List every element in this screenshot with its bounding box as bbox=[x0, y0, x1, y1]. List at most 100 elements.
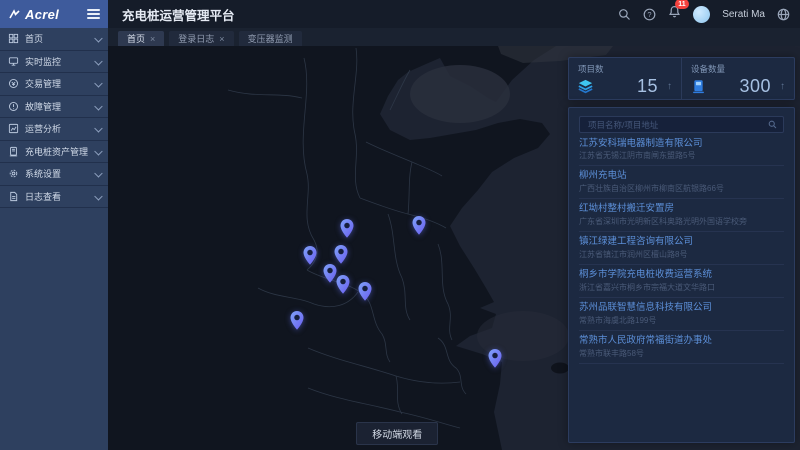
sidebar-item-realtime-monitor[interactable]: 实时监控 bbox=[0, 51, 108, 74]
charging-pile-icon bbox=[8, 146, 19, 157]
trend-up-icon: ↑ bbox=[780, 81, 785, 92]
sidebar-item-home[interactable]: 首页 bbox=[0, 28, 108, 51]
sidebar-item-label: 充电桩资产管理 bbox=[25, 145, 88, 158]
search-icon[interactable] bbox=[618, 8, 631, 21]
map-pin[interactable] bbox=[357, 281, 372, 301]
map-pin[interactable] bbox=[289, 310, 304, 330]
chevron-down-icon bbox=[94, 169, 102, 177]
map-pin[interactable] bbox=[333, 245, 348, 265]
avatar[interactable] bbox=[693, 6, 710, 23]
tab-transformer-monitor[interactable]: 变压器监测 bbox=[239, 31, 302, 46]
project-list-item[interactable]: 江苏安科瑞电器制造有限公司 江苏省无锡江阴市南闸东盟路5号 bbox=[579, 133, 784, 166]
stat-value: 300 bbox=[739, 76, 771, 97]
project-list-item[interactable]: 柳州充电站 广西壮族自治区柳州市柳南区航银路66号 bbox=[579, 166, 784, 199]
project-list-item[interactable]: 桐乡市学院充电桩收费运营系统 浙江省嘉兴市桐乡市宗福大道文华路口 bbox=[579, 265, 784, 298]
project-list-item[interactable]: 常熟市人民政府常福街道办事处 常熟市联丰路58号 bbox=[579, 331, 784, 364]
notifications-button[interactable]: 11 bbox=[668, 5, 681, 23]
project-name: 桐乡市学院充电桩收费运营系统 bbox=[579, 269, 784, 281]
pin-icon bbox=[336, 274, 351, 294]
page-title: 充电桩运营管理平台 bbox=[108, 5, 235, 24]
chart-icon bbox=[8, 123, 19, 134]
map-pin[interactable] bbox=[412, 215, 427, 235]
project-address: 江苏省镇江市润州区檀山路8号 bbox=[579, 250, 784, 260]
chevron-down-icon bbox=[94, 34, 102, 42]
project-list-card: 江苏安科瑞电器制造有限公司 江苏省无锡江阴市南闸东盟路5号 柳州充电站 广西壮族… bbox=[568, 107, 795, 443]
project-name: 江苏安科瑞电器制造有限公司 bbox=[579, 138, 784, 150]
project-list-item[interactable]: 镇江绿建工程咨询有限公司 江苏省镇江市润州区檀山路8号 bbox=[579, 232, 784, 265]
chevron-down-icon bbox=[94, 192, 102, 200]
stat-label: 项目数 bbox=[578, 63, 672, 75]
globe-icon[interactable] bbox=[777, 8, 790, 21]
search-icon[interactable] bbox=[768, 120, 777, 129]
project-list-item[interactable]: 苏州品联智慧信息科技有限公司 常熟市海虞北路199号 bbox=[579, 298, 784, 331]
tab-close-icon[interactable]: × bbox=[219, 34, 224, 44]
project-search-box bbox=[579, 116, 784, 133]
gear-icon bbox=[8, 168, 19, 179]
trend-up-icon: ↑ bbox=[667, 81, 672, 92]
sidebar-item-label: 故障管理 bbox=[25, 100, 61, 113]
stat-devices: 设备数量 300 ↑ bbox=[681, 58, 794, 99]
acrel-logo-icon bbox=[8, 8, 21, 21]
map-pin[interactable] bbox=[340, 218, 355, 238]
topbar-actions: ? 11 Serati Ma bbox=[618, 5, 800, 23]
sidebar-item-label: 运营分析 bbox=[25, 122, 61, 135]
sidebar-item-label: 系统设置 bbox=[25, 167, 61, 180]
project-list-item[interactable]: 红坳村整村搬迁安置房 广东省深圳市光明新区科奥路光明外国语学校旁 bbox=[579, 199, 784, 232]
acrel-logo: Acrel bbox=[25, 7, 59, 22]
chevron-down-icon bbox=[94, 57, 102, 65]
pin-icon bbox=[333, 245, 348, 265]
project-list: 江苏安科瑞电器制造有限公司 江苏省无锡江阴市南闸东盟路5号 柳州充电站 广西壮族… bbox=[579, 133, 784, 364]
pin-icon bbox=[340, 218, 355, 238]
sidebar-item-analytics[interactable]: 运营分析 bbox=[0, 118, 108, 141]
sidebar-menu: 首页 实时监控 交易管理 故障管理 运营分析 充电桩资产管理 bbox=[0, 28, 108, 208]
project-name: 镇江绿建工程咨询有限公司 bbox=[579, 236, 784, 248]
stat-label: 设备数量 bbox=[691, 63, 785, 75]
chevron-down-icon bbox=[94, 124, 102, 132]
pin-icon bbox=[412, 215, 427, 235]
chevron-down-icon bbox=[94, 79, 102, 87]
logo-bar: Acrel bbox=[0, 0, 108, 28]
project-address: 江苏省无锡江阴市南闸东盟路5号 bbox=[579, 151, 784, 161]
project-name: 柳州充电站 bbox=[579, 170, 784, 182]
sidebar-item-label: 交易管理 bbox=[25, 77, 61, 90]
sidebar: Acrel 首页 实时监控 交易管理 故障管理 运营分析 bbox=[0, 0, 108, 450]
pin-icon bbox=[357, 281, 372, 301]
layers-icon bbox=[578, 79, 593, 94]
monitor-icon bbox=[8, 56, 19, 67]
charging-pile-icon bbox=[691, 79, 706, 94]
tab-home[interactable]: 首页 × bbox=[118, 31, 164, 46]
sidebar-item-logs[interactable]: 日志查看 bbox=[0, 186, 108, 209]
project-name: 红坳村整村搬迁安置房 bbox=[579, 203, 784, 215]
tab-label: 首页 bbox=[127, 32, 145, 45]
menu-collapse-icon[interactable] bbox=[87, 7, 100, 21]
notification-badge: 11 bbox=[675, 0, 688, 9]
chevron-down-icon bbox=[94, 147, 102, 155]
project-search-input[interactable] bbox=[586, 119, 768, 131]
fault-alert-icon bbox=[8, 101, 19, 112]
tab-label: 登录日志 bbox=[178, 32, 214, 45]
chevron-down-icon bbox=[94, 102, 102, 110]
project-name: 苏州品联智慧信息科技有限公司 bbox=[579, 302, 784, 314]
pin-icon bbox=[289, 310, 304, 330]
tab-login-log[interactable]: 登录日志 × bbox=[169, 31, 233, 46]
coin-icon bbox=[8, 78, 19, 89]
sidebar-item-faults[interactable]: 故障管理 bbox=[0, 96, 108, 119]
map-pin[interactable] bbox=[487, 348, 502, 368]
pin-icon bbox=[303, 245, 318, 265]
tab-close-icon[interactable]: × bbox=[150, 34, 155, 44]
sidebar-item-transactions[interactable]: 交易管理 bbox=[0, 73, 108, 96]
map-pin[interactable] bbox=[303, 245, 318, 265]
project-address: 广东省深圳市光明新区科奥路光明外国语学校旁 bbox=[579, 217, 784, 227]
document-icon bbox=[8, 191, 19, 202]
home-grid-icon bbox=[8, 33, 19, 44]
sidebar-item-settings[interactable]: 系统设置 bbox=[0, 163, 108, 186]
map-pin[interactable] bbox=[336, 274, 351, 294]
tabbar: 首页 × 登录日志 × 变压器监测 bbox=[108, 28, 800, 46]
user-name[interactable]: Serati Ma bbox=[722, 9, 765, 20]
stats-card: 项目数 15 ↑ 设备数量 bbox=[568, 57, 795, 100]
pin-icon bbox=[487, 348, 502, 368]
mobile-view-button[interactable]: 移动端观看 bbox=[356, 422, 438, 445]
project-name: 常熟市人民政府常福街道办事处 bbox=[579, 335, 784, 347]
sidebar-item-charging-assets[interactable]: 充电桩资产管理 bbox=[0, 141, 108, 164]
help-icon[interactable]: ? bbox=[643, 8, 656, 21]
